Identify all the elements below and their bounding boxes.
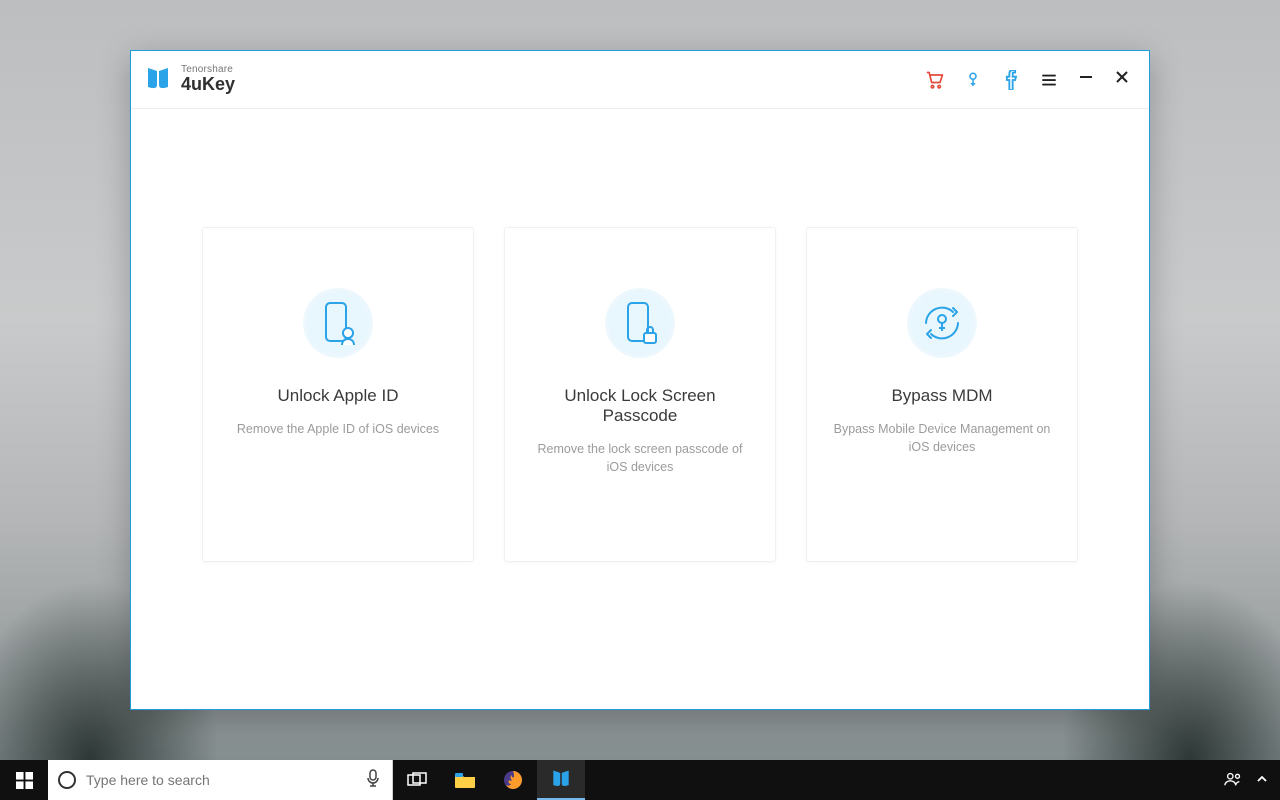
system-tray xyxy=(1212,760,1280,800)
taskbar-app-firefox[interactable] xyxy=(489,760,537,800)
main-content: Unlock Apple ID Remove the Apple ID of i… xyxy=(131,109,1149,709)
card-bypass-mdm[interactable]: Bypass MDM Bypass Mobile Device Manageme… xyxy=(806,227,1078,562)
card-title: Unlock Apple ID xyxy=(278,386,399,406)
card-desc: Bypass Mobile Device Management on iOS d… xyxy=(829,420,1055,458)
taskbar-spacer xyxy=(585,760,1212,800)
taskbar xyxy=(0,760,1280,800)
card-unlock-lock-screen[interactable]: Unlock Lock Screen Passcode Remove the l… xyxy=(504,227,776,562)
cortana-icon xyxy=(58,771,76,789)
taskbar-app-file-explorer[interactable] xyxy=(441,760,489,800)
app-window: Tenorshare 4uKey xyxy=(130,50,1150,710)
taskbar-search[interactable] xyxy=(48,760,393,800)
task-view-button[interactable] xyxy=(393,760,441,800)
start-button[interactable] xyxy=(0,760,48,800)
titlebar: Tenorshare 4uKey xyxy=(131,51,1149,109)
minimize-button[interactable] xyxy=(1077,70,1095,89)
tray-expand-icon[interactable] xyxy=(1256,772,1268,788)
people-icon[interactable] xyxy=(1224,771,1242,790)
microphone-icon[interactable] xyxy=(366,769,380,792)
card-title: Bypass MDM xyxy=(891,386,992,406)
taskbar-app-4ukey[interactable] xyxy=(537,760,585,800)
card-desc: Remove the lock screen passcode of iOS d… xyxy=(527,440,753,478)
card-desc: Remove the Apple ID of iOS devices xyxy=(237,420,439,439)
sync-key-icon xyxy=(907,288,977,358)
facebook-icon[interactable] xyxy=(1001,70,1021,90)
brand-name: 4uKey xyxy=(181,75,235,94)
card-unlock-apple-id[interactable]: Unlock Apple ID Remove the Apple ID of i… xyxy=(202,227,474,562)
card-title: Unlock Lock Screen Passcode xyxy=(527,386,753,426)
phone-user-icon xyxy=(303,288,373,358)
title-actions xyxy=(925,70,1131,90)
search-input[interactable] xyxy=(86,772,354,788)
cart-icon[interactable] xyxy=(925,70,945,90)
close-button[interactable] xyxy=(1113,70,1131,89)
menu-icon[interactable] xyxy=(1039,70,1059,90)
brand: Tenorshare 4uKey xyxy=(145,65,235,94)
key-icon[interactable] xyxy=(963,70,983,90)
app-logo-icon xyxy=(145,65,171,93)
phone-lock-icon xyxy=(605,288,675,358)
